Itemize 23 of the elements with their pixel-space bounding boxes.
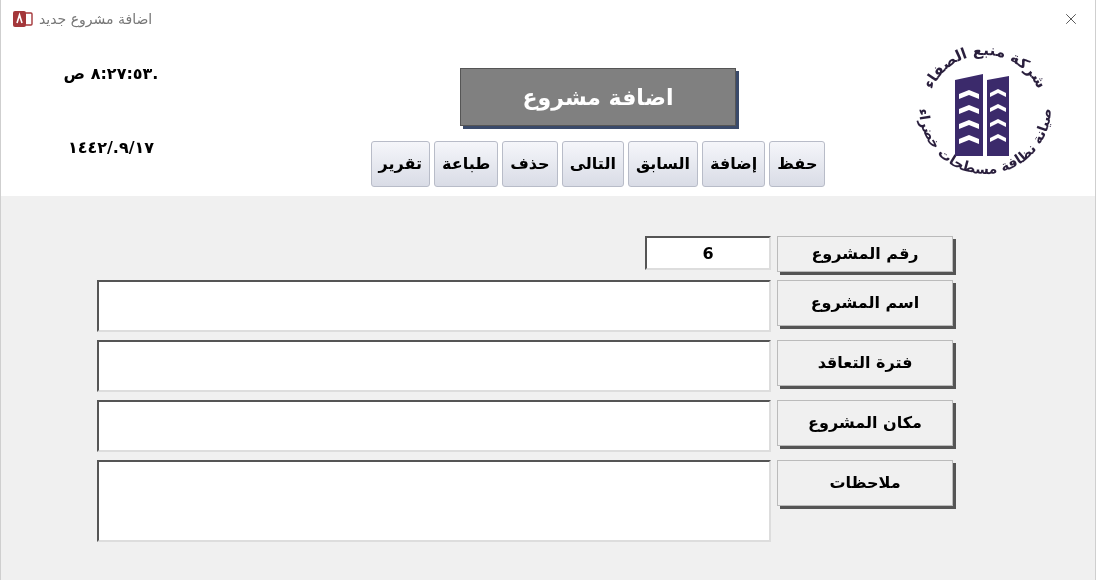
toolbar-button[interactable]: حفظ bbox=[769, 141, 826, 187]
form-title: اضافة مشروع bbox=[460, 68, 736, 126]
field-label: رقم المشروع bbox=[777, 236, 953, 272]
window-title: اضافة مشروع جديد bbox=[39, 9, 153, 30]
input-field[interactable]: 6 bbox=[645, 236, 771, 270]
app-icon bbox=[13, 10, 33, 28]
toolbar-button[interactable]: إضافة bbox=[702, 141, 766, 187]
toolbar-button[interactable]: السابق bbox=[627, 141, 699, 187]
field-label: فترة التعاقد bbox=[777, 340, 953, 386]
clock-time: .٨:٢٧:٥٣ ص bbox=[63, 63, 159, 85]
input-field[interactable] bbox=[97, 280, 771, 332]
company-logo: شركة منبع الصفاء صيانة نظافة مسطحات خضراء bbox=[905, 38, 1065, 188]
input-field[interactable] bbox=[97, 400, 771, 452]
toolbar-button[interactable]: طباعة bbox=[434, 141, 499, 187]
field-label: مكان المشروع bbox=[777, 400, 953, 446]
toolbar-button[interactable]: حذف bbox=[502, 141, 558, 187]
toolbar-button[interactable]: تقرير bbox=[370, 141, 431, 187]
current-date: ١٤٤٢/.٩/١٧ bbox=[67, 137, 155, 159]
field-label: اسم المشروع bbox=[777, 280, 953, 326]
toolbar-button[interactable]: التالى bbox=[561, 141, 624, 187]
field-label: ملاحظات bbox=[777, 460, 953, 506]
input-field[interactable] bbox=[97, 340, 771, 392]
text-area[interactable] bbox=[97, 460, 771, 542]
